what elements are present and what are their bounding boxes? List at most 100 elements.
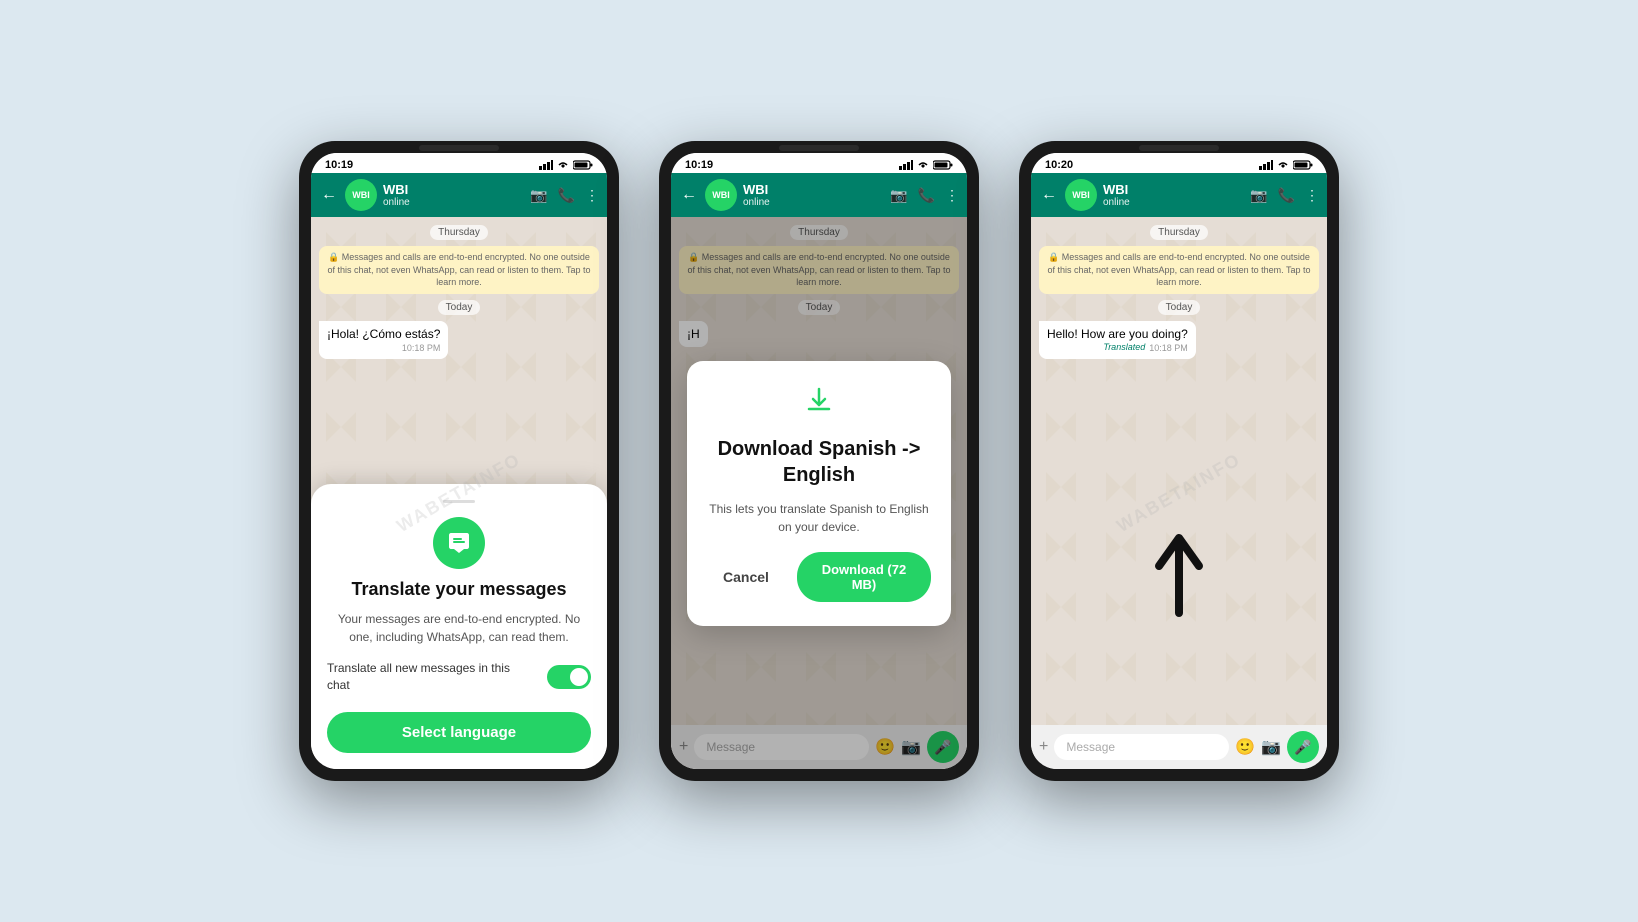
cancel-button-2[interactable]: Cancel	[707, 552, 785, 602]
system-message-1: 🔒 Messages and calls are end-to-end encr…	[319, 246, 599, 294]
phone-3: 10:20	[1019, 141, 1339, 781]
avatar-3: WBI	[1065, 179, 1097, 211]
message-bubble-3: Hello! How are you doing? Translated 10:…	[1039, 321, 1196, 359]
dialog-overlay-2: Download Spanish -> English This lets yo…	[671, 217, 967, 769]
message-bubble-1: ¡Hola! ¿Cómo estás? 10:18 PM	[319, 321, 448, 359]
back-button-1[interactable]: ←	[319, 184, 339, 206]
message-text-3: Hello! How are you doing?	[1047, 327, 1188, 341]
header-icons-1: 📷 📞 ⋮	[530, 187, 599, 204]
battery-icon-1	[573, 160, 593, 170]
signal-icon-1	[539, 160, 553, 170]
date-today-1: Today	[438, 300, 481, 315]
date-today-3: Today	[1158, 300, 1201, 315]
download-button-2[interactable]: Download (72 MB)	[797, 552, 931, 602]
message-field-3[interactable]: Message	[1054, 734, 1229, 760]
contact-info-2: WBI online	[743, 182, 884, 208]
mic-button-3[interactable]: 🎤	[1287, 731, 1319, 763]
signal-icon-2	[899, 160, 913, 170]
select-language-button[interactable]: Select language	[327, 712, 591, 753]
more-icon-2[interactable]: ⋮	[945, 187, 959, 204]
phone-notch-2	[779, 145, 859, 151]
more-icon-3[interactable]: ⋮	[1305, 187, 1319, 204]
contact-info-3: WBI online	[1103, 182, 1244, 208]
bottom-sheet-1: Translate your messages Your messages ar…	[311, 484, 607, 769]
contact-status-1: online	[383, 197, 524, 208]
phone-screen-3: 10:20	[1031, 153, 1327, 769]
chat-header-1: ← WBI WBI online 📷 📞 ⋮	[311, 173, 607, 217]
video-icon-1[interactable]: 📷	[530, 187, 547, 204]
contact-name-2: WBI	[743, 182, 884, 197]
wifi-icon-1	[557, 160, 569, 170]
contact-name-1: WBI	[383, 182, 524, 197]
add-icon-3[interactable]: +	[1039, 738, 1048, 756]
status-time-3: 10:20	[1045, 159, 1073, 171]
battery-icon-2	[933, 160, 953, 170]
message-time-3: 10:18 PM	[1149, 343, 1188, 353]
contact-status-2: online	[743, 197, 884, 208]
back-button-2[interactable]: ←	[679, 184, 699, 206]
emoji-icon-3[interactable]: 🙂	[1235, 737, 1255, 757]
phone-screen-1: 10:19	[311, 153, 607, 769]
phone-2: 10:19	[659, 141, 979, 781]
sheet-handle-1	[443, 500, 475, 503]
status-icons-2	[899, 160, 953, 170]
status-bar-3: 10:20	[1031, 153, 1327, 173]
phone-notch-1	[419, 145, 499, 151]
video-icon-2[interactable]: 📷	[890, 187, 907, 204]
message-text-1: ¡Hola! ¿Cómo estás?	[327, 327, 440, 341]
status-time-2: 10:19	[685, 159, 713, 171]
status-bar-2: 10:19	[671, 153, 967, 173]
chat-body-2: WABETAINFO Thursday 🔒 Messages and calls…	[671, 217, 967, 769]
chat-header-3: ← WBI WBI online 📷 📞 ⋮	[1031, 173, 1327, 217]
download-svg-icon	[803, 385, 835, 417]
call-icon-2[interactable]: 📞	[918, 187, 935, 204]
avatar-2: WBI	[705, 179, 737, 211]
translated-label-3: Translated	[1103, 342, 1145, 352]
status-icons-1	[539, 160, 593, 170]
input-bar-3: + Message 🙂 📷 🎤	[1031, 725, 1327, 769]
contact-info-1: WBI online	[383, 182, 524, 208]
dialog-buttons-2: Cancel Download (72 MB)	[707, 552, 931, 602]
toggle-switch-1[interactable]	[547, 665, 591, 689]
up-arrow-icon	[1149, 528, 1209, 618]
toggle-label-1: Translate all new messages in this chat	[327, 660, 525, 694]
phones-container: 10:19	[299, 141, 1339, 781]
battery-icon-3	[1293, 160, 1313, 170]
more-icon-1[interactable]: ⋮	[585, 187, 599, 204]
back-button-3[interactable]: ←	[1039, 184, 1059, 206]
phone-1: 10:19	[299, 141, 619, 781]
chat-header-2: ← WBI WBI online 📷 📞 ⋮	[671, 173, 967, 217]
header-icons-3: 📷 📞 ⋮	[1250, 187, 1319, 204]
chat-body-3: WABETAINFO Thursday 🔒 Messages and calls…	[1031, 217, 1327, 769]
contact-name-3: WBI	[1103, 182, 1244, 197]
message-time-1: 10:18 PM	[327, 343, 440, 353]
dialog-box-2: Download Spanish -> English This lets yo…	[687, 361, 951, 626]
date-thursday-1: Thursday	[430, 225, 488, 240]
call-icon-3[interactable]: 📞	[1278, 187, 1295, 204]
signal-icon-3	[1259, 160, 1273, 170]
avatar-1: WBI	[345, 179, 377, 211]
call-icon-1[interactable]: 📞	[558, 187, 575, 204]
header-icons-2: 📷 📞 ⋮	[890, 187, 959, 204]
chat-bubble-icon	[445, 529, 473, 557]
sheet-icon-1	[433, 517, 485, 569]
contact-status-3: online	[1103, 197, 1244, 208]
status-icons-3	[1259, 160, 1313, 170]
phone-notch-3	[1139, 145, 1219, 151]
chat-body-1: WABETAINFO Thursday 🔒 Messages and calls…	[311, 217, 607, 769]
arrow-container-3	[1039, 385, 1319, 761]
camera-icon-3[interactable]: 📷	[1261, 737, 1281, 757]
toggle-row-1: Translate all new messages in this chat	[327, 656, 591, 698]
dialog-title-2: Download Spanish -> English	[707, 436, 931, 488]
status-time-1: 10:19	[325, 159, 353, 171]
video-icon-3[interactable]: 📷	[1250, 187, 1267, 204]
phone-screen-2: 10:19	[671, 153, 967, 769]
download-icon-2	[803, 385, 835, 424]
system-message-3: 🔒 Messages and calls are end-to-end encr…	[1039, 246, 1319, 294]
sheet-title-1: Translate your messages	[351, 579, 566, 600]
wifi-icon-3	[1277, 160, 1289, 170]
date-thursday-3: Thursday	[1150, 225, 1208, 240]
sheet-subtitle-1: Your messages are end-to-end encrypted. …	[327, 610, 591, 646]
dialog-body-2: This lets you translate Spanish to Engli…	[707, 500, 931, 536]
status-bar-1: 10:19	[311, 153, 607, 173]
